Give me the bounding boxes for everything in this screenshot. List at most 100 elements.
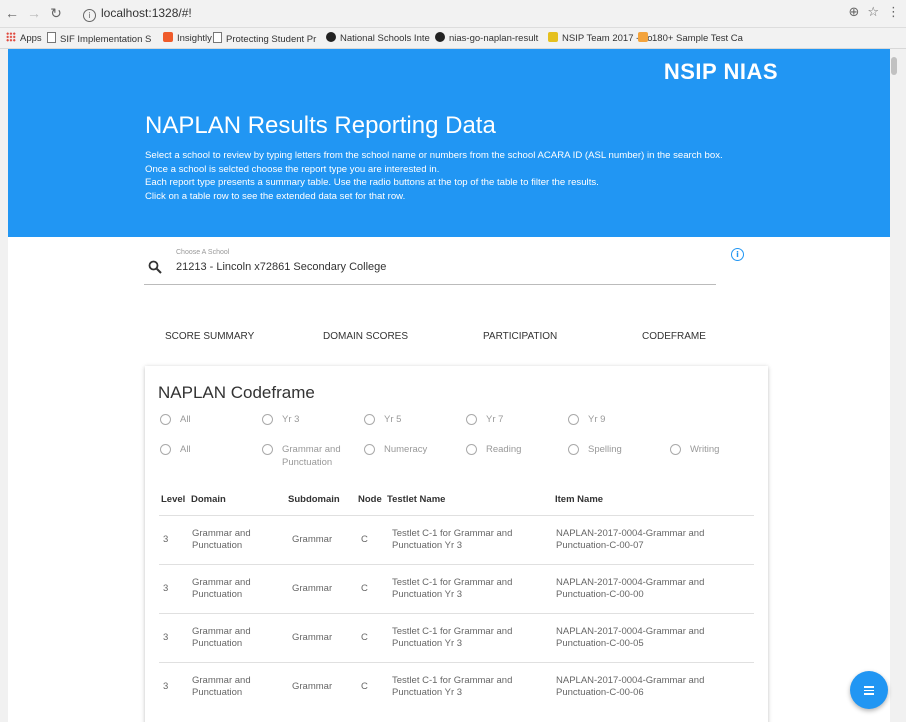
cell-node: C	[361, 583, 368, 594]
radio-label: Writing	[690, 444, 720, 455]
bookmark-item[interactable]: SIF Implementation S	[47, 32, 152, 45]
radio-circle-icon[interactable]	[568, 444, 579, 455]
bookmark-item[interactable]: Protecting Student Pr	[213, 32, 316, 45]
column-header-subdomain[interactable]: Subdomain	[288, 494, 340, 505]
table-row[interactable]: 3 Grammar and Punctuation Grammar C Testlet …	[159, 564, 754, 613]
instruction-line: Select a school to review by typing lett…	[145, 150, 723, 161]
page-icon	[47, 32, 56, 43]
cell-item: NAPLAN-2017-0004-Grammar and Punctuation…	[556, 528, 705, 551]
bookmark-label: SIF Implementation S	[60, 34, 152, 45]
bookmark-item[interactable]: Apps	[6, 32, 42, 44]
column-header-domain[interactable]: Domain	[191, 494, 226, 505]
menu-icon-bar	[864, 689, 874, 691]
menu-fab-button[interactable]	[850, 671, 888, 709]
radio-circle-icon[interactable]	[364, 414, 375, 425]
radio-label: Spelling	[588, 444, 622, 455]
star-icon[interactable]: ☆	[867, 5, 879, 20]
search-input[interactable]: 21213 - Lincoln x72861 Secondary College	[176, 261, 386, 273]
cell-level: 3	[163, 583, 169, 594]
page-title: NAPLAN Results Reporting Data	[145, 112, 496, 139]
trello-icon	[548, 32, 558, 42]
bookmark-item[interactable]: NSIP Team 2017 - no	[548, 32, 652, 44]
domain-filter-group: All Grammar and Punctuation Numeracy Readin…	[160, 443, 760, 473]
bookmark-label: Insightly	[177, 33, 212, 44]
cell-level: 3	[163, 534, 169, 545]
radio-circle-icon[interactable]	[364, 444, 375, 455]
scrollbar-thumb[interactable]	[891, 57, 897, 75]
radio-circle-icon[interactable]	[466, 444, 477, 455]
cell-domain: Grammar and Punctuation	[192, 577, 251, 600]
cell-item: NAPLAN-2017-0004-Grammar and Punctuation…	[556, 675, 705, 698]
cell-level: 3	[163, 681, 169, 692]
cell-subdomain: Grammar	[292, 534, 333, 545]
site-info-icon[interactable]: i	[83, 9, 96, 22]
tab-participation[interactable]: PARTICIPATION	[483, 331, 557, 342]
github-icon	[435, 32, 445, 42]
page-scrollbar[interactable]	[890, 49, 898, 722]
radio-label: Numeracy	[384, 444, 428, 455]
cell-testlet: Testlet C-1 for Grammar and Punctuation …	[392, 577, 513, 600]
menu-icon-bar	[864, 693, 874, 695]
card-title: NAPLAN Codeframe	[158, 383, 315, 402]
column-header-level[interactable]: Level	[161, 494, 185, 505]
cell-domain: Grammar and Punctuation	[192, 626, 251, 649]
bookmark-item[interactable]: National Schools Inte	[326, 32, 430, 44]
back-arrow-icon[interactable]: ←	[4, 5, 20, 21]
browser-actions: ⊕ ☆ ⋮	[840, 5, 900, 20]
instruction-line: Each report type presents a summary tabl…	[145, 177, 599, 189]
url-text: localhost:1328/#!	[101, 6, 192, 20]
insightly-icon	[163, 32, 173, 42]
radio-circle-icon[interactable]	[670, 444, 681, 455]
radio-circle-icon[interactable]	[568, 414, 579, 425]
cell-node: C	[361, 534, 368, 545]
browser-toolbar: ← → ↻ i localhost:1328/#! ⊕ ☆ ⋮	[0, 0, 906, 28]
radio-circle-icon[interactable]	[262, 414, 273, 425]
tab-domain-scores[interactable]: DOMAIN SCORES	[323, 331, 408, 342]
reload-icon[interactable]: ↻	[48, 5, 64, 21]
cell-node: C	[361, 681, 368, 692]
forward-arrow-icon[interactable]: →	[26, 5, 42, 21]
cell-testlet: Testlet C-1 for Grammar and Punctuation …	[392, 528, 513, 551]
column-header-testlet-name[interactable]: Testlet Name	[387, 494, 445, 505]
cell-testlet: Testlet C-1 for Grammar and Punctuation …	[392, 626, 513, 649]
bookmarks-bar: Apps SIF Implementation S Insightly Protect…	[0, 28, 906, 49]
school-search[interactable]: Choose A School 21213 - Lincoln x72861 S…	[144, 247, 716, 285]
radio-label: Yr 9	[588, 414, 606, 425]
cell-subdomain: Grammar	[292, 632, 333, 643]
report-tabs: SCORE SUMMARY DOMAIN SCORES PARTICIPATIO…	[146, 331, 766, 349]
table-row[interactable]: 3 Grammar and Punctuation Grammar C Testlet …	[159, 613, 754, 662]
menu-dots-icon[interactable]: ⋮	[887, 5, 900, 20]
bookmark-label: nias-go-naplan-result	[449, 33, 539, 44]
bookmark-icon	[638, 32, 648, 42]
radio-circle-icon[interactable]	[160, 444, 171, 455]
radio-label: Yr 5	[384, 414, 402, 425]
address-bar[interactable]: i localhost:1328/#!	[83, 4, 863, 22]
radio-label: All	[180, 444, 191, 455]
bookmark-item[interactable]: Insightly	[163, 32, 212, 44]
bookmark-item[interactable]: 180+ Sample Test Ca	[638, 32, 743, 44]
instructions: Select a school to review by typing lett…	[145, 149, 785, 203]
radio-circle-icon[interactable]	[262, 444, 273, 455]
cell-domain: Grammar and Punctuation	[192, 675, 251, 698]
year-filter-group: All Yr 3 Yr 5 Yr 7 Yr 9	[160, 413, 760, 443]
info-icon[interactable]: i	[731, 248, 744, 261]
radio-label: Yr 7	[486, 414, 504, 425]
radio-circle-icon[interactable]	[466, 414, 477, 425]
cell-level: 3	[163, 632, 169, 643]
brand-title[interactable]: NSIP NIAS	[664, 59, 778, 85]
radio-label: Grammar and Punctuation	[282, 444, 341, 468]
zoom-icon[interactable]: ⊕	[848, 5, 859, 20]
column-header-node[interactable]: Node	[358, 494, 382, 505]
table-row[interactable]: 3 Grammar and Punctuation Grammar C Testlet …	[159, 662, 754, 711]
column-header-item-name[interactable]: Item Name	[555, 494, 603, 505]
tab-codeframe[interactable]: CODEFRAME	[642, 331, 706, 342]
tab-score-summary[interactable]: SCORE SUMMARY	[165, 331, 254, 342]
bookmark-item[interactable]: nias-go-naplan-result	[435, 32, 538, 44]
cell-node: C	[361, 632, 368, 643]
radio-label: Reading	[486, 444, 522, 455]
menu-icon	[864, 686, 874, 688]
radio-circle-icon[interactable]	[160, 414, 171, 425]
table-row[interactable]: 3 Grammar and Punctuation Grammar C Testlet …	[159, 515, 754, 564]
instruction-line: Once a school is selcted choose the repo…	[145, 163, 440, 175]
cell-item: NAPLAN-2017-0004-Grammar and Punctuation…	[556, 626, 705, 649]
